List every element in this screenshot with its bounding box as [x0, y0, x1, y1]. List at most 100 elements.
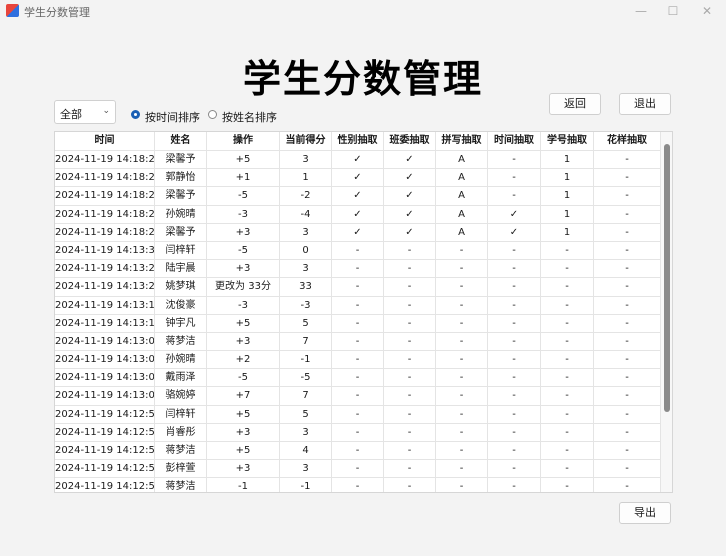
table-cell: -	[436, 442, 488, 460]
close-icon[interactable]: ✕	[690, 0, 724, 22]
table-cell: -	[436, 260, 488, 278]
table-cell: -	[541, 351, 594, 369]
table-cell: +5	[207, 151, 280, 169]
table-cell: -	[541, 314, 594, 332]
table-row[interactable]: 2024-11-19 14:18:20 梁馨予 +3 3 ✓ ✓ A ✓ 1-	[55, 222, 661, 241]
table-row[interactable]: 2024-11-19 14:18:26 梁馨予 -5 -2 ✓ ✓ A -1-	[55, 186, 661, 205]
table-cell: -1	[280, 351, 332, 369]
table-cell: -	[488, 278, 541, 296]
table-cell: 梁馨予	[155, 187, 207, 205]
table-cell: -	[594, 423, 661, 441]
table-row[interactable]: 2024-11-19 14:13:10 钟宇凡 +5 5- - - - - -	[55, 313, 661, 332]
table-cell: +5	[207, 314, 280, 332]
table-row[interactable]: 2024-11-19 14:13:03 骆婉婷 +7 7- - - - - -	[55, 386, 661, 405]
table-cell: A	[436, 151, 488, 169]
table-row[interactable]: 2024-11-19 14:12:53 蒋梦洁 -1 -1- - - - - -	[55, 477, 661, 492]
table-cell: 蒋梦洁	[155, 442, 207, 460]
column-header[interactable]: 时间	[55, 132, 155, 150]
scrollbar-thumb[interactable]	[664, 144, 670, 412]
column-header[interactable]: 拼写抽取	[436, 132, 488, 150]
table-cell: -	[594, 405, 661, 423]
score-table[interactable]: 时间 姓名 操作 当前得分 性别抽取 班委抽取 拼写抽取 时间抽取 学号抽取 花样抽取 2024-…	[54, 131, 673, 493]
column-header[interactable]: 性别抽取	[332, 132, 384, 150]
table-cell: -	[594, 442, 661, 460]
table-cell: -	[332, 314, 384, 332]
table-cell: -	[332, 332, 384, 351]
table-cell: 7	[280, 387, 332, 405]
table-row[interactable]: 2024-11-19 14:13:24 姚梦琪 更改为 33分 33- - - - - -	[55, 277, 661, 296]
filter-dropdown[interactable]: 全部 ⌄	[54, 100, 116, 124]
column-header[interactable]: 姓名	[155, 132, 207, 150]
table-cell: 3	[280, 223, 332, 241]
table-cell: -2	[280, 187, 332, 205]
table-row[interactable]: 2024-11-19 14:13:30 闫梓轩 -5 0- - - - - -	[55, 240, 661, 260]
table-cell: 孙婉晴	[155, 351, 207, 369]
table-cell: ✓	[332, 169, 384, 187]
table-row[interactable]: 2024-11-19 14:12:57 肖睿彤 +3 3- - - - - -	[55, 422, 661, 441]
column-header[interactable]: 当前得分	[280, 132, 332, 150]
table-cell: -	[332, 423, 384, 441]
table-cell: 7	[280, 332, 332, 351]
table-cell: -	[488, 314, 541, 332]
table-cell: A	[436, 223, 488, 241]
table-cell: 2024-11-19 14:12:59	[55, 405, 155, 423]
table-cell: -	[332, 442, 384, 460]
table-cell: 梁馨予	[155, 223, 207, 241]
table-row[interactable]: 2024-11-19 14:13:11 沈俊豪 -3 -3- - - - - -	[55, 295, 661, 314]
table-cell: 2024-11-19 14:18:28	[55, 169, 155, 187]
chevron-down-icon: ⌄	[102, 106, 110, 116]
export-button[interactable]: 导出	[619, 502, 671, 524]
table-cell: 更改为 33分	[207, 278, 280, 296]
table-cell: -	[594, 332, 661, 351]
column-header[interactable]: 时间抽取	[488, 132, 541, 150]
table-cell: 3	[280, 151, 332, 169]
column-header[interactable]: 学号抽取	[541, 132, 594, 150]
table-cell: 2024-11-19 14:13:11	[55, 296, 155, 314]
table-cell: 4	[280, 442, 332, 460]
table-cell: -1	[207, 478, 280, 492]
maximize-icon[interactable]: ☐	[656, 0, 690, 22]
table-row[interactable]: 2024-11-19 14:13:09 蒋梦洁 +3 7- - - - - -	[55, 331, 661, 351]
table-row[interactable]: 2024-11-19 14:13:06 戴雨泽 -5 -5- - - - - -	[55, 368, 661, 387]
table-cell: 2024-11-19 14:18:26	[55, 187, 155, 205]
table-row[interactable]: 2024-11-19 14:18:29 梁馨予 +5 3 ✓ ✓ A -1-	[55, 150, 661, 169]
table-cell: 1	[541, 223, 594, 241]
table-cell: -	[332, 387, 384, 405]
table-cell: -	[384, 442, 436, 460]
vertical-scrollbar[interactable]	[661, 132, 672, 492]
table-cell: -	[384, 351, 436, 369]
table-cell: -	[384, 296, 436, 314]
table-cell: A	[436, 187, 488, 205]
table-cell: -3	[280, 296, 332, 314]
table-cell: -	[436, 405, 488, 423]
table-row[interactable]: 2024-11-19 14:13:29 陆宇晨 +3 3- - - - - -	[55, 259, 661, 278]
title-bar: 学生分数管理 — ☐ ✕	[0, 0, 726, 22]
table-cell: 5	[280, 405, 332, 423]
table-cell: -	[541, 369, 594, 387]
table-cell: -	[488, 442, 541, 460]
minimize-icon[interactable]: —	[624, 0, 658, 22]
table-cell: 2024-11-19 14:13:24	[55, 278, 155, 296]
table-cell: -	[384, 260, 436, 278]
table-row[interactable]: 2024-11-19 14:18:28 郭静怡 +1 1 ✓ ✓ A -1-	[55, 168, 661, 187]
table-cell: -	[488, 405, 541, 423]
table-cell: -	[541, 405, 594, 423]
table-cell: -	[488, 169, 541, 187]
table-cell: +5	[207, 442, 280, 460]
exit-button[interactable]: 退出	[619, 93, 671, 115]
table-row[interactable]: 2024-11-19 14:12:55 彭梓萱 +3 3- - - - - -	[55, 459, 661, 478]
table-cell: 梁馨予	[155, 151, 207, 169]
back-button[interactable]: 返回	[549, 93, 601, 115]
table-row[interactable]: 2024-11-19 14:13:08 孙婉晴 +2 -1- - - - - -	[55, 350, 661, 369]
table-row[interactable]: 2024-11-19 14:12:56 蒋梦洁 +5 4- - - - - -	[55, 441, 661, 460]
table-cell: ✓	[332, 187, 384, 205]
column-header[interactable]: 操作	[207, 132, 280, 150]
table-cell: -	[594, 151, 661, 169]
column-header[interactable]: 班委抽取	[384, 132, 436, 150]
table-cell: -	[384, 369, 436, 387]
table-row[interactable]: 2024-11-19 14:12:59 闫梓轩 +5 5- - - - - -	[55, 404, 661, 423]
column-header[interactable]: 花样抽取	[594, 132, 661, 150]
table-cell: +2	[207, 351, 280, 369]
table-row[interactable]: 2024-11-19 14:18:23 孙婉晴 -3 -4 ✓ ✓ A ✓ 1-	[55, 204, 661, 223]
app-window: 学生分数管理 — ☐ ✕ 学生分数管理 全部 ⌄ 按时间排序 按姓名排序 返回 …	[0, 0, 726, 556]
